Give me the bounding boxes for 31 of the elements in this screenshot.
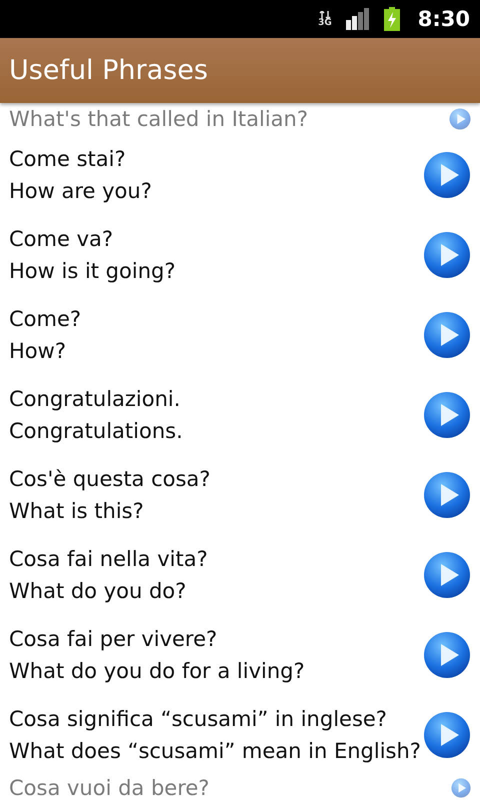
play-icon[interactable] (423, 391, 471, 439)
clock: 8:30 (418, 7, 470, 31)
english-translation: How? (9, 338, 67, 365)
english-translation: What is this? (9, 498, 145, 525)
network-indicator: 3G (318, 10, 332, 28)
english-translation: What's that called in Italian? (9, 107, 308, 131)
play-icon[interactable] (423, 551, 471, 599)
english-translation: What do you do for a living? (9, 658, 305, 685)
italian-phrase: Cosa fai nella vita? (9, 546, 208, 573)
english-translation: How are you? (9, 178, 152, 205)
play-icon[interactable] (423, 711, 471, 759)
english-translation: How is it going? (9, 258, 176, 285)
italian-phrase: Cosa vuoi da bere? (9, 776, 210, 800)
play-icon[interactable] (423, 471, 471, 519)
italian-phrase: Cosa fai per vivere? (9, 626, 218, 653)
english-translation: What does “scusami” mean in English? (9, 738, 421, 765)
italian-phrase: Cosa significa “scusami” in inglese? (9, 706, 388, 733)
play-icon[interactable] (423, 151, 471, 199)
english-translation: What do you do? (9, 578, 188, 605)
italian-phrase: Come? (9, 306, 82, 333)
play-icon[interactable] (423, 231, 471, 279)
italian-phrase: Congratulazioni. (9, 386, 182, 413)
play-icon[interactable] (423, 311, 471, 359)
play-icon[interactable] (423, 631, 471, 679)
battery-charging-icon (384, 7, 400, 31)
italian-phrase: Come stai? (9, 146, 127, 173)
screen-title: Useful Phrases (9, 55, 208, 86)
english-translation: Congratulations. (9, 418, 183, 445)
signal-icon (346, 8, 370, 30)
italian-phrase: Come va? (9, 226, 114, 253)
italian-phrase: Cos'è questa cosa? (9, 466, 210, 493)
